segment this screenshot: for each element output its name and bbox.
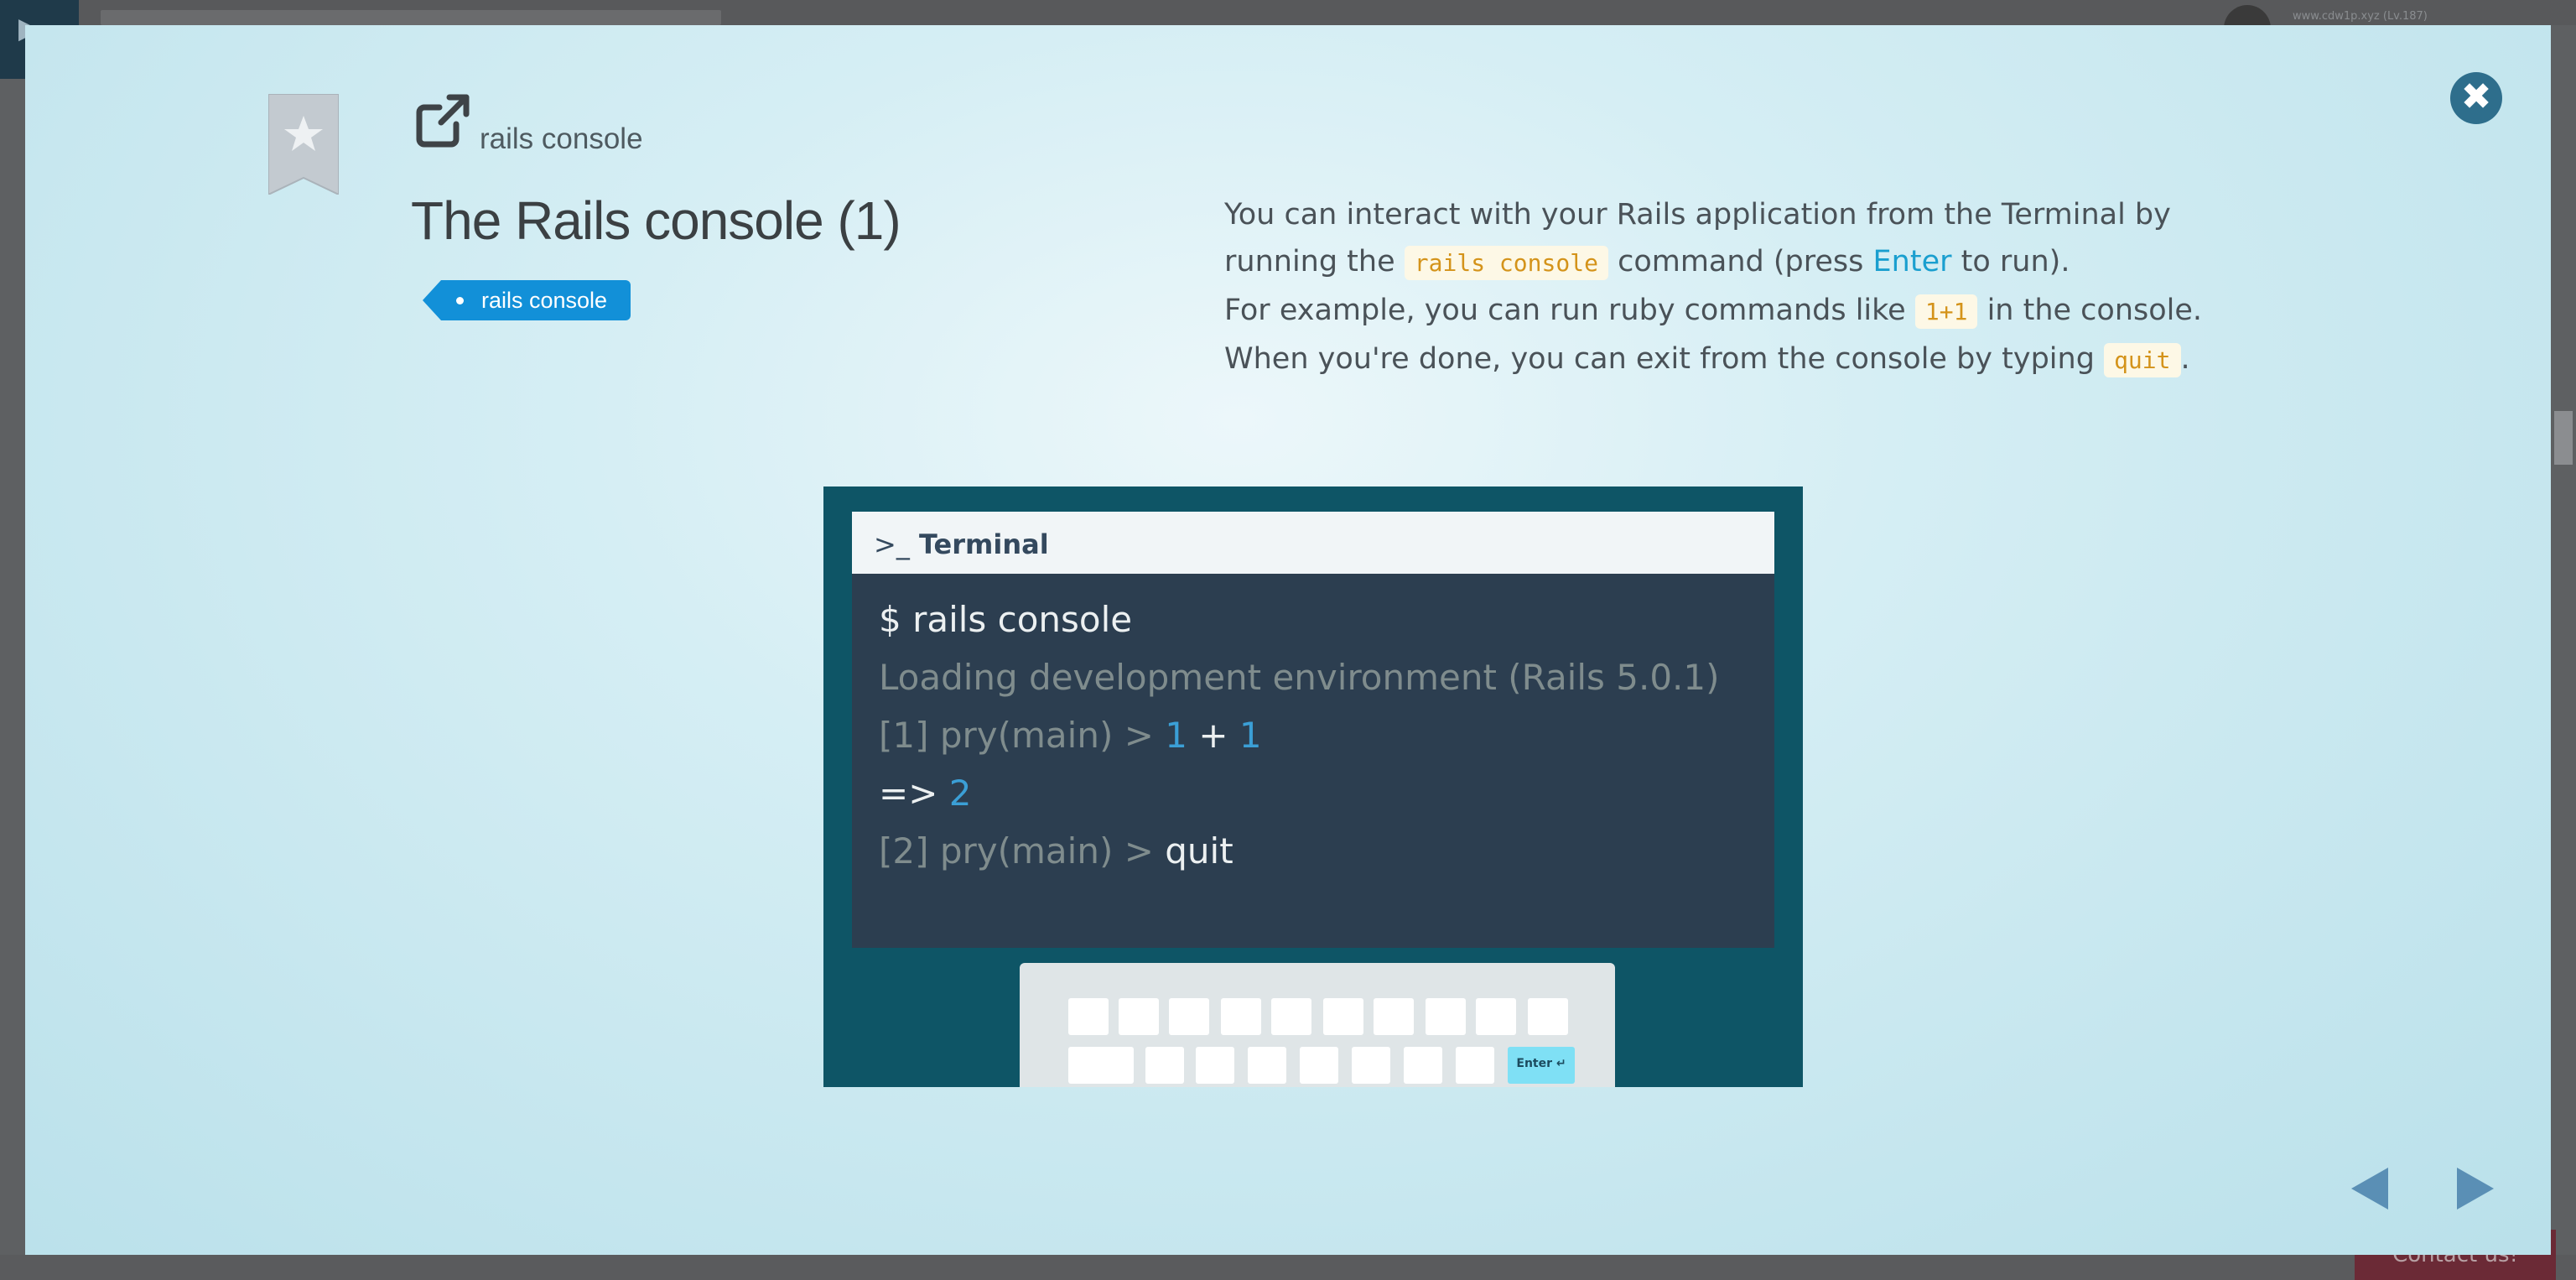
- terminal-prompt-icon: >_: [874, 528, 910, 560]
- description-line-4: When you're done, you can exit from the …: [1224, 336, 2331, 384]
- code-snippet: rails console: [1404, 246, 1608, 280]
- background-left-panel: [0, 79, 25, 1280]
- terminal-title-text: Terminal: [918, 528, 1049, 560]
- keyboard-key: [1196, 1047, 1234, 1084]
- terminal-title: >_ Terminal: [874, 528, 1049, 560]
- keyboard-illustration: Enter ↵: [1020, 963, 1615, 1087]
- description-text: command (press: [1618, 245, 1864, 278]
- terminal-prompt: [1] pry(main) >: [879, 715, 1154, 756]
- description-text: When you're done, you can exit from the …: [1224, 342, 2095, 376]
- keyboard-key: [1119, 998, 1159, 1035]
- description-text: You can interact with your Rails applica…: [1224, 198, 2171, 232]
- terminal-result: 2: [948, 773, 972, 814]
- keyboard-key: [1404, 1047, 1442, 1084]
- description-text: For example, you can run ruby commands l…: [1224, 294, 1906, 327]
- terminal-window: >_ Terminal $ rails console Loading deve…: [852, 512, 1774, 948]
- keyboard-key: [1271, 998, 1311, 1035]
- keyboard-key: [1374, 998, 1414, 1035]
- terminal-number: 1: [1165, 715, 1187, 756]
- keyboard-key: [1352, 1047, 1390, 1084]
- description-line-2: running the rails console command (press…: [1224, 238, 2331, 287]
- scrollbar-thumb[interactable]: [2554, 411, 2573, 465]
- bookmark-button[interactable]: [268, 94, 339, 195]
- terminal-body: $ rails console Loading development envi…: [879, 591, 1720, 880]
- keyboard-key: [1068, 1047, 1134, 1084]
- terminal-header: >_ Terminal: [852, 512, 1774, 574]
- lesson-link[interactable]: rails console: [480, 122, 643, 156]
- topic-tag[interactable]: rails console: [422, 280, 631, 320]
- keyboard-key: [1169, 998, 1209, 1035]
- keyboard-key: [1323, 998, 1363, 1035]
- terminal-operator: +: [1198, 715, 1228, 756]
- enter-key: Enter ↵: [1508, 1047, 1575, 1084]
- description-line-3: For example, you can run ruby commands l…: [1224, 287, 2331, 336]
- terminal-line: Loading development environment (Rails 5…: [879, 657, 1720, 698]
- keyboard-key: [1300, 1047, 1338, 1084]
- terminal-number: 1: [1239, 715, 1262, 756]
- keyboard-key: [1221, 998, 1261, 1035]
- background-scrollbar[interactable]: [2551, 25, 2576, 1280]
- keyboard-key: [1068, 998, 1109, 1035]
- description-text: to run).: [1961, 245, 2070, 278]
- close-icon: ✖: [2460, 75, 2492, 118]
- keyboard-key: [1528, 998, 1568, 1035]
- keyboard-key: [1145, 1047, 1184, 1084]
- prev-arrow-icon[interactable]: [2351, 1168, 2388, 1210]
- page-title: The Rails console (1): [411, 190, 901, 251]
- terminal-illustration: >_ Terminal $ rails console Loading deve…: [823, 487, 1803, 1087]
- terminal-prompt: [2] pry(main) >: [879, 830, 1154, 872]
- tag-dot: [456, 297, 464, 304]
- bookmark-ribbon: [268, 94, 339, 195]
- background-bottom-bar: [0, 1255, 2576, 1280]
- code-snippet: 1+1: [1914, 294, 1978, 329]
- terminal-line: [1] pry(main) > 1 + 1: [879, 706, 1720, 764]
- terminal-line: $ rails console: [879, 599, 1133, 640]
- code-snippet: quit: [2104, 343, 2181, 377]
- tag-label: rails console: [481, 288, 608, 313]
- background-user-label: www.cdw1p.xyz (Lv.187): [2293, 10, 2428, 23]
- terminal-line: [2] pry(main) > quit: [879, 822, 1720, 880]
- keyboard-key: [1476, 998, 1516, 1035]
- description-text: running the: [1224, 245, 1395, 278]
- lesson-modal: ✖ rails console The Rails console (1) ra…: [25, 25, 2551, 1255]
- description-text: .: [2180, 342, 2190, 376]
- description-text: in the console.: [1987, 294, 2203, 327]
- terminal-command: quit: [1165, 830, 1233, 872]
- close-button[interactable]: ✖: [2450, 72, 2502, 124]
- terminal-arrow: =>: [879, 773, 938, 814]
- external-link-icon[interactable]: [413, 91, 473, 151]
- keyboard-key: [1248, 1047, 1286, 1084]
- terminal-line: => 2: [879, 764, 1720, 822]
- background-search-bar: [101, 10, 721, 25]
- lesson-description: You can interact with your Rails applica…: [1224, 191, 2331, 384]
- keyboard-key: [1426, 998, 1466, 1035]
- keyboard-key: [1456, 1047, 1494, 1084]
- next-arrow-icon[interactable]: [2457, 1168, 2494, 1210]
- description-line-1: You can interact with your Rails applica…: [1224, 191, 2331, 238]
- enter-key-label: Enter: [1872, 245, 1952, 278]
